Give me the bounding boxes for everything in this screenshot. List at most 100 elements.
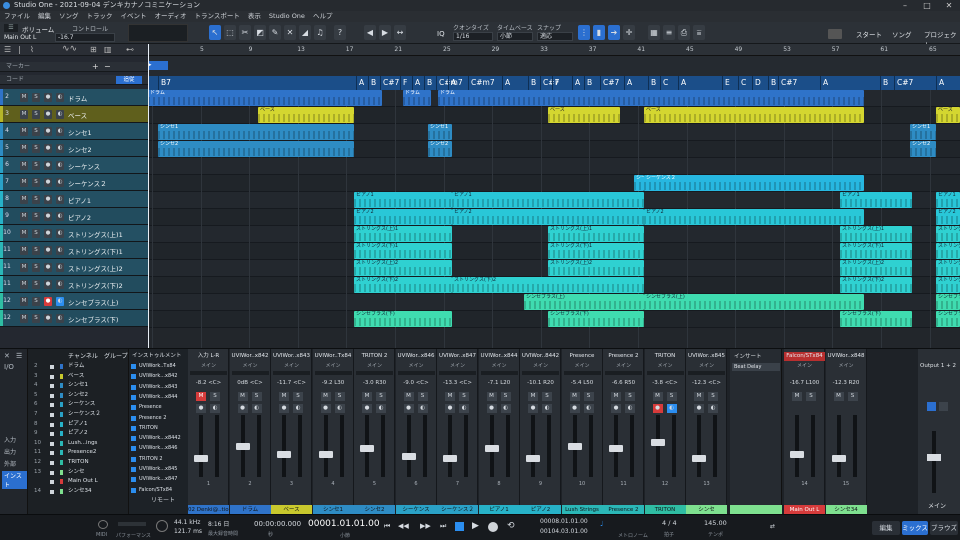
chord-event[interactable]: D bbox=[752, 76, 768, 90]
track-solo-button[interactable]: S bbox=[32, 263, 40, 272]
track-solo-button[interactable]: S bbox=[32, 314, 40, 323]
channel-mute-button[interactable]: M bbox=[196, 392, 206, 401]
channel-fader-cap[interactable] bbox=[277, 451, 291, 458]
loop-start-display[interactable]: 00008.01.01.00 bbox=[540, 518, 588, 525]
clip-synth2[interactable]: シンセ2 bbox=[428, 141, 452, 157]
track-row[interactable]: 11 M S ● ◐ ストリングス(下)1 bbox=[0, 242, 148, 259]
clip-synth2[interactable]: シンセ2 bbox=[910, 141, 936, 157]
channel-monitor-icon[interactable]: ◐ bbox=[210, 404, 220, 413]
channel-insert-header[interactable]: Presence 2 bbox=[603, 352, 644, 361]
channel-insert-header[interactable]: TRITON 2 bbox=[354, 352, 395, 361]
track-record-icon[interactable]: ● bbox=[44, 195, 52, 204]
track-monitor-icon[interactable]: ◐ bbox=[56, 110, 64, 119]
metronome-icon[interactable]: ♩ bbox=[600, 520, 603, 528]
channel-fader[interactable] bbox=[836, 415, 841, 477]
channel-output-label[interactable]: メイン bbox=[354, 362, 395, 369]
chord-event[interactable]: A bbox=[572, 76, 584, 90]
channel-fader[interactable] bbox=[406, 415, 411, 477]
zoom-tool-icon[interactable]: ? bbox=[334, 25, 346, 40]
seconds-display[interactable]: 00:00:00.000 bbox=[254, 520, 301, 528]
chord-event[interactable]: C#m7 bbox=[436, 76, 463, 90]
channel-send-slot[interactable] bbox=[314, 371, 352, 375]
channel-output-label[interactable]: メイン bbox=[603, 362, 644, 369]
channel-record-icon[interactable]: ● bbox=[279, 404, 289, 413]
track-row[interactable]: 8 M S ● ◐ ピアノ1 bbox=[0, 191, 148, 208]
song-tab[interactable]: ソング bbox=[892, 29, 912, 39]
edit-button[interactable]: 編集 bbox=[872, 521, 900, 535]
eraser-tool-icon[interactable]: ◩ bbox=[254, 25, 266, 40]
channel-fader-cap[interactable] bbox=[567, 443, 582, 450]
marker-lane[interactable]: ▸ bbox=[148, 56, 960, 76]
instrument-list-row[interactable]: UVIWork...x847 bbox=[129, 475, 189, 484]
clip-brass_up[interactable]: シンセブラス(上) bbox=[644, 294, 864, 310]
track-row[interactable]: 5 M S ● ◐ シンセ2 bbox=[0, 140, 148, 157]
channel-list-row[interactable]: 9 ピアノ2 bbox=[28, 429, 128, 438]
mixer-close-icon[interactable]: ✕ bbox=[4, 352, 10, 360]
chord-event[interactable]: C#7 bbox=[894, 76, 936, 90]
chord-event[interactable]: A bbox=[624, 76, 648, 90]
track-monitor-icon[interactable]: ◐ bbox=[56, 127, 64, 136]
chord-event[interactable]: F bbox=[552, 76, 572, 90]
track-solo-button[interactable]: S bbox=[32, 246, 40, 255]
channel-solo-button[interactable]: S bbox=[459, 392, 469, 401]
channel-mute-button[interactable]: M bbox=[237, 392, 248, 401]
track-solo-button[interactable]: S bbox=[32, 229, 40, 238]
instrument-checkbox-icon[interactable] bbox=[131, 425, 136, 431]
instrument-checkbox-icon[interactable] bbox=[131, 467, 136, 472]
instrument-checkbox-icon[interactable] bbox=[131, 405, 136, 411]
chord-event[interactable]: A bbox=[448, 76, 468, 90]
chord-event[interactable]: B bbox=[584, 76, 600, 90]
chord-event[interactable]: B bbox=[424, 76, 436, 90]
instrument-list-row[interactable]: UVIWork...x844 bbox=[129, 393, 189, 402]
channel-monitor-icon[interactable]: ◐ bbox=[293, 404, 303, 413]
channel-record-icon[interactable]: ● bbox=[403, 404, 414, 413]
track-solo-button[interactable]: S bbox=[32, 195, 40, 204]
channel-send-slot[interactable] bbox=[605, 371, 642, 375]
minimize-icon[interactable]: – bbox=[894, 0, 916, 11]
chord-event[interactable]: C bbox=[738, 76, 752, 90]
visibility-dot-icon[interactable] bbox=[50, 374, 54, 379]
range-tool-icon[interactable]: ⬚ bbox=[224, 25, 236, 40]
bend-tool-icon[interactable]: ◢ bbox=[299, 25, 311, 40]
track-record-icon[interactable]: ● bbox=[44, 93, 52, 102]
channel-send-slot[interactable] bbox=[397, 371, 435, 375]
side-external[interactable]: 外部 bbox=[4, 459, 16, 468]
channel-monitor-icon[interactable]: ◐ bbox=[500, 404, 511, 413]
chord-event[interactable]: B bbox=[768, 76, 778, 90]
visibility-dot-icon[interactable] bbox=[50, 384, 54, 389]
visibility-dot-icon[interactable] bbox=[50, 393, 54, 398]
chord-event[interactable]: A bbox=[936, 76, 960, 90]
channel-fader[interactable] bbox=[655, 415, 660, 477]
menu-collapse-icon[interactable]: ☰ bbox=[4, 24, 18, 32]
visibility-dot-icon[interactable] bbox=[50, 489, 54, 494]
channel-fader-cap[interactable] bbox=[318, 451, 333, 458]
clip-piano2[interactable]: ピアノ2 bbox=[644, 209, 864, 225]
link-icon[interactable]: ⊷ bbox=[126, 45, 134, 54]
clip-synth1[interactable]: シンセ1 bbox=[158, 124, 354, 140]
close-icon[interactable]: ✕ bbox=[938, 0, 960, 11]
clip-str_up2[interactable]: ストリングス(上)2 bbox=[840, 260, 912, 276]
clip-str_up1[interactable]: ストリングス(上)1 bbox=[840, 226, 912, 242]
channel-solo-button[interactable]: S bbox=[583, 392, 594, 401]
snap-toggle-icon[interactable]: ⋮ bbox=[578, 25, 590, 40]
chord-event[interactable]: A bbox=[412, 76, 424, 90]
record-icon[interactable] bbox=[488, 522, 498, 532]
clip-seq2[interactable]: シーケンス２ bbox=[644, 175, 864, 191]
track-mute-button[interactable]: M bbox=[20, 297, 28, 306]
channel-send-slot[interactable] bbox=[646, 371, 684, 375]
clip-bass[interactable]: ベース bbox=[258, 107, 354, 123]
channel-list-row[interactable]: 13 シンセ bbox=[28, 468, 128, 477]
track-row[interactable]: 12 M S ● ◐ シンセブラス(下) bbox=[0, 310, 148, 327]
track-mute-button[interactable]: M bbox=[20, 144, 28, 153]
time-signature[interactable]: 4 / 4 bbox=[662, 519, 677, 527]
clip-piano1[interactable]: ピアノ1 bbox=[840, 192, 912, 208]
track-monitor-icon[interactable]: ◐ bbox=[56, 297, 64, 306]
instrument-list-row[interactable]: TRITON 2 bbox=[129, 455, 189, 464]
timebase-select[interactable]: 小節 bbox=[497, 32, 533, 41]
channel-output-label[interactable]: メイン bbox=[479, 362, 520, 369]
channel-fader-cap[interactable] bbox=[609, 445, 623, 452]
clip-piano1[interactable]: ピアノ1 bbox=[354, 192, 452, 208]
track-mute-button[interactable]: M bbox=[20, 229, 28, 238]
chord-event[interactable]: B bbox=[368, 76, 380, 90]
visibility-dot-icon[interactable] bbox=[50, 422, 54, 427]
